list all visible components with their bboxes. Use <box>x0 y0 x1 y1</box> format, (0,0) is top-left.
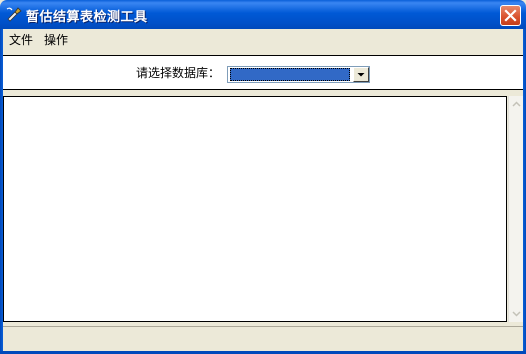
menu-file[interactable]: 文件 <box>9 31 33 48</box>
database-selected-value <box>230 68 350 81</box>
vertical-scrollbar[interactable] <box>508 96 523 322</box>
database-dropdown-button[interactable] <box>353 67 369 82</box>
app-window: 暂估结算表检测工具 文件 操作 请选择数据库： <box>0 0 526 354</box>
chevron-down-icon <box>357 73 365 77</box>
database-panel: 请选择数据库： <box>3 55 523 90</box>
arrow-up-icon[interactable] <box>510 98 523 111</box>
close-icon <box>504 9 517 22</box>
status-bar <box>3 326 523 351</box>
close-button[interactable] <box>500 5 521 26</box>
output-text-area[interactable] <box>3 96 507 322</box>
menu-bar: 文件 操作 <box>3 29 523 48</box>
title-bar[interactable]: 暂估结算表检测工具 <box>0 0 526 29</box>
menu-operations[interactable]: 操作 <box>44 31 68 48</box>
arrow-down-icon[interactable] <box>510 307 523 320</box>
database-label: 请选择数据库： <box>136 66 221 80</box>
tool-icon <box>6 7 22 22</box>
window-title: 暂估结算表检测工具 <box>26 10 148 25</box>
database-select[interactable] <box>227 66 370 83</box>
